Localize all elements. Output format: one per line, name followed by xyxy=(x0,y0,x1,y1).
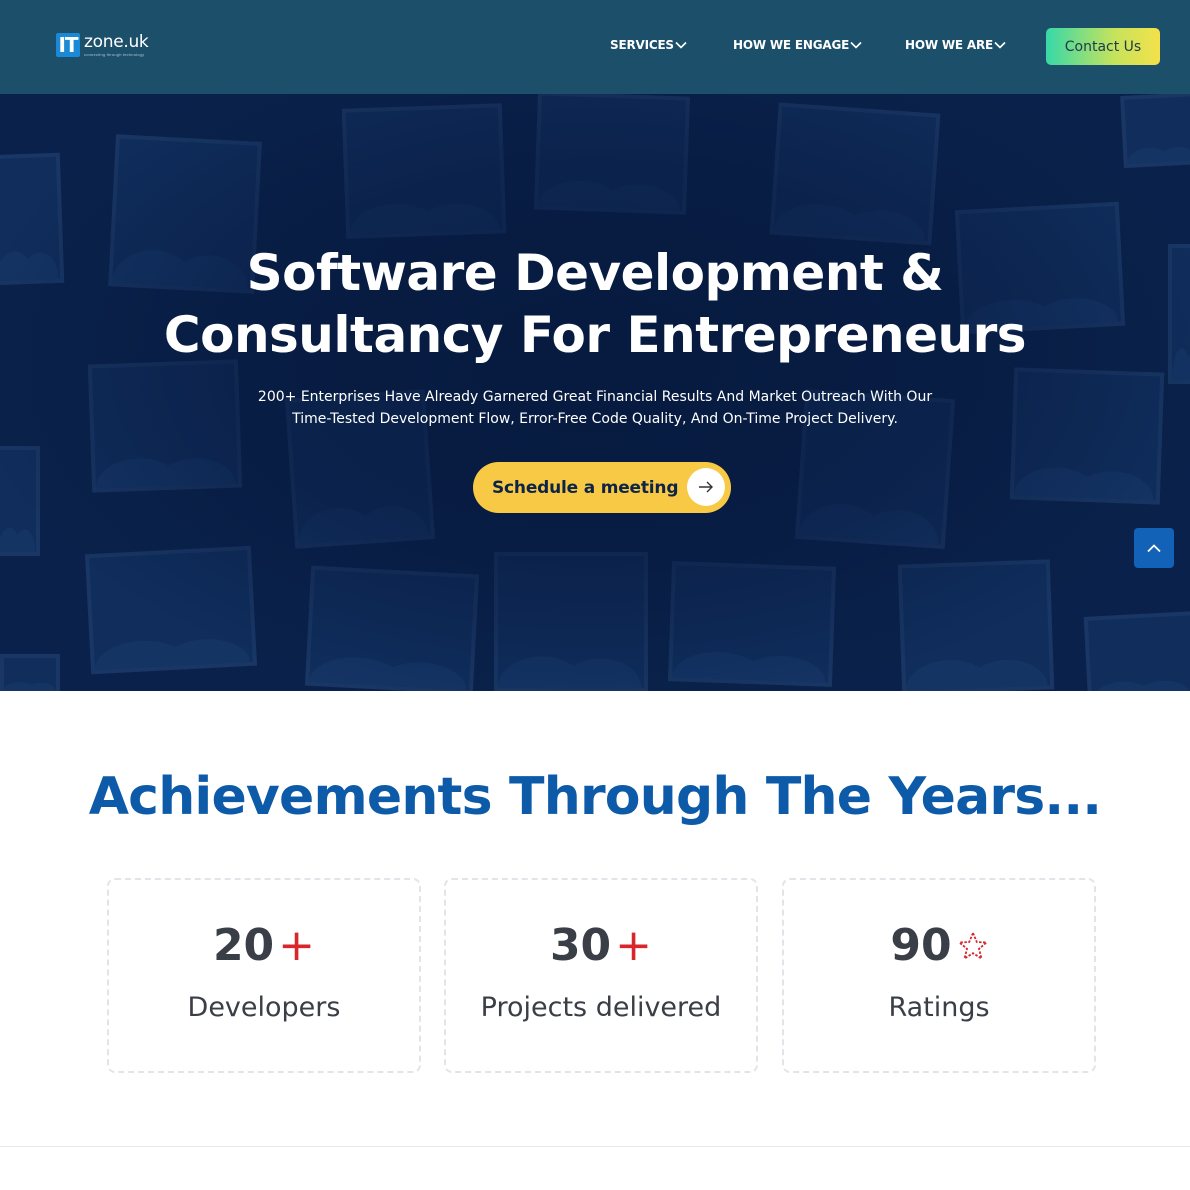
stat-card-projects: 30 + Projects delivered xyxy=(444,878,758,1073)
hero-subtitle: 200+ Enterprises Have Already Garnered G… xyxy=(257,389,933,427)
stat-value: 90 xyxy=(890,920,952,971)
section-divider xyxy=(0,1146,1190,1147)
logo-text: zone.uk xyxy=(84,31,149,52)
nav-services-label: SERVICES xyxy=(610,38,674,52)
achievements-title: Achievements Through The Years... xyxy=(88,767,1102,827)
scroll-to-top-button[interactable] xyxy=(1134,528,1174,568)
logo-mark: IT xyxy=(56,33,80,57)
nav-how-we-are[interactable]: HOW WE ARE xyxy=(905,38,1006,52)
stat-suffix: + xyxy=(615,919,653,971)
stat-card-developers: 20 + Developers xyxy=(107,878,421,1073)
stat-label: Developers xyxy=(187,992,341,1023)
logo-tagline: connecting through technology xyxy=(84,51,145,57)
star-icon xyxy=(957,930,988,961)
nav-how-we-engage-label: HOW WE ENGAGE xyxy=(733,38,850,52)
stat-label: Projects delivered xyxy=(480,992,722,1023)
arrow-right-icon xyxy=(687,468,725,506)
schedule-meeting-button[interactable]: Schedule a meeting xyxy=(473,462,731,513)
hero-section: Software Development & Consultancy For E… xyxy=(0,94,1190,691)
hero-title: Software Development & Consultancy For E… xyxy=(163,244,1027,364)
nav-how-we-are-label: HOW WE ARE xyxy=(905,38,993,52)
site-header: IT zone.uk connecting through technology… xyxy=(0,0,1190,94)
nav-services[interactable]: SERVICES xyxy=(610,38,687,52)
chevron-down-icon xyxy=(850,41,862,49)
chevron-down-icon xyxy=(994,41,1006,49)
stat-value: 20 xyxy=(212,920,275,971)
site-logo[interactable]: IT zone.uk connecting through technology xyxy=(56,31,149,57)
chevron-up-icon xyxy=(1147,544,1161,553)
stat-card-ratings: 90 Ratings xyxy=(782,878,1096,1073)
stat-label: Ratings xyxy=(888,992,990,1023)
stat-suffix: + xyxy=(278,919,316,971)
schedule-meeting-label: Schedule a meeting xyxy=(492,477,679,498)
nav-how-we-engage[interactable]: HOW WE ENGAGE xyxy=(733,38,862,52)
contact-us-button[interactable]: Contact Us xyxy=(1046,28,1160,65)
stat-value: 30 xyxy=(549,920,612,971)
chevron-down-icon xyxy=(675,41,687,49)
